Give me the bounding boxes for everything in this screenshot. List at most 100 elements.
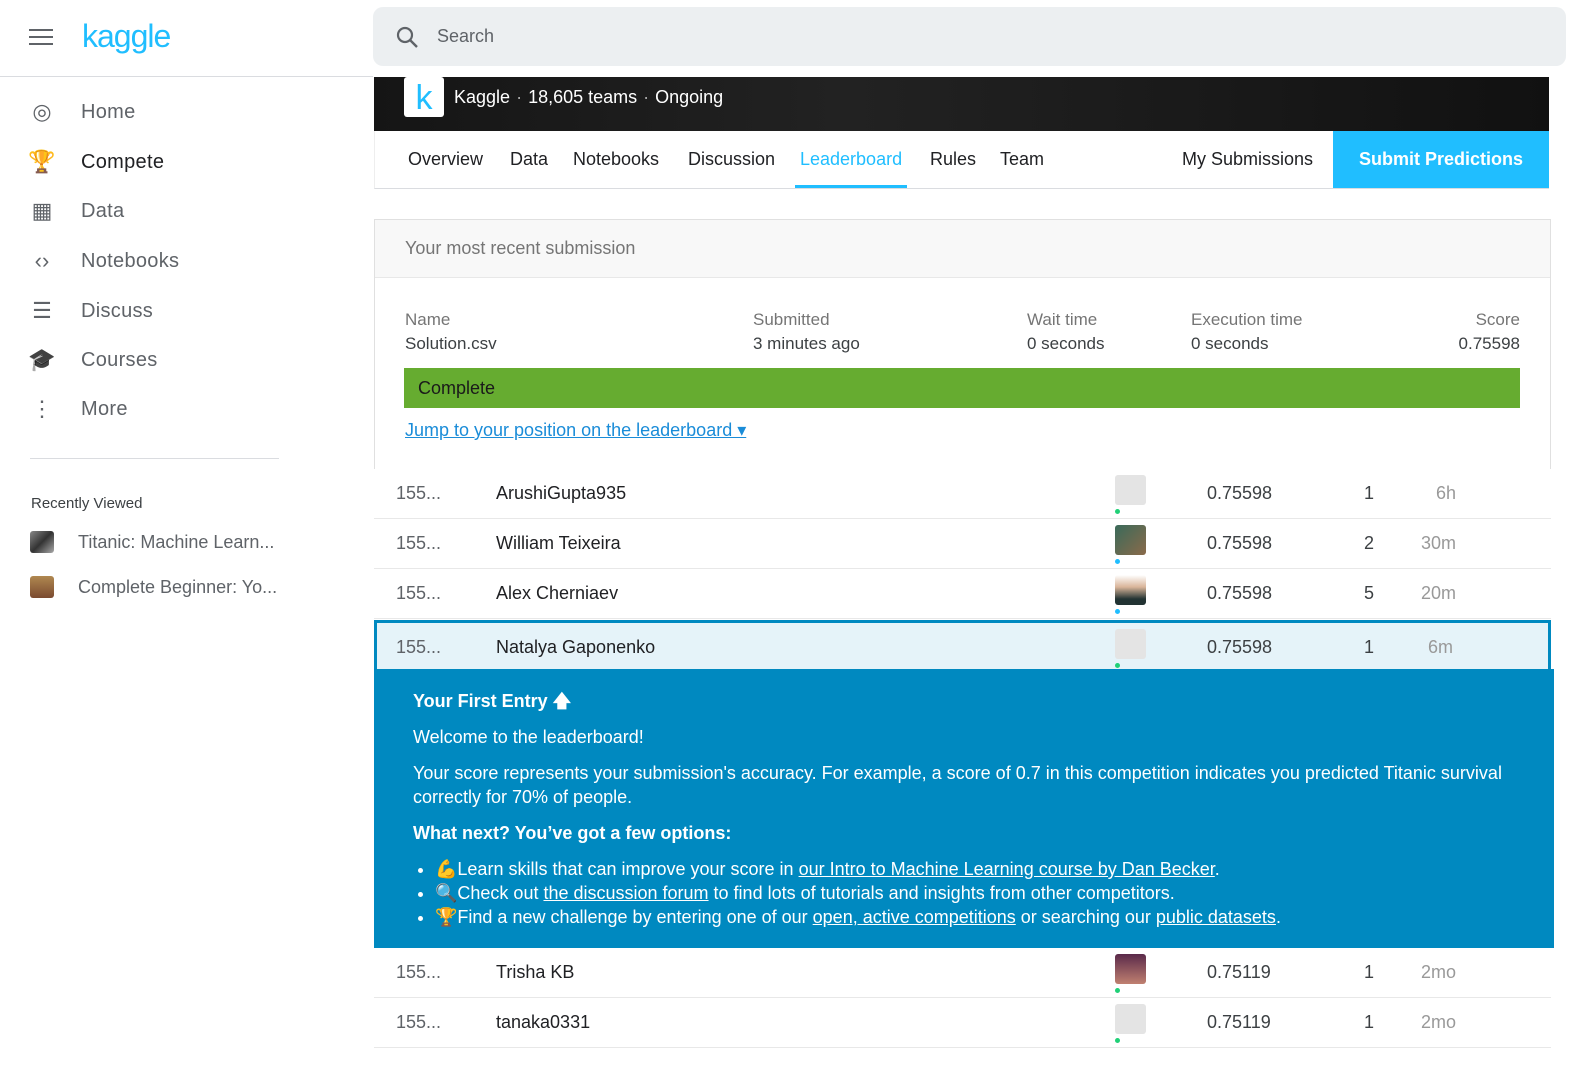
discussion-forum-link[interactable]: the discussion forum: [543, 883, 708, 903]
team-count: 18,605 teams: [528, 86, 638, 107]
leaderboard-row[interactable]: 155... tanaka0331 0.75119 1 2mo: [374, 998, 1551, 1048]
leaderboard-row[interactable]: 155... ArushiGupta935 0.75598 1 6h: [374, 469, 1551, 519]
tab-team[interactable]: Team: [1000, 131, 1044, 188]
search-bar[interactable]: [373, 7, 1566, 66]
score: 0.75598: [1207, 483, 1273, 503]
ml-course-link[interactable]: our Intro to Machine Learning course by …: [799, 859, 1215, 879]
recently-viewed-heading: Recently Viewed: [31, 495, 143, 512]
comment-icon: ☰: [32, 298, 52, 323]
leaderboard-row[interactable]: 155... Trisha KB 0.75119 1 2mo: [374, 948, 1551, 998]
sidebar-item-compete[interactable]: 🏆 Compete: [0, 140, 373, 184]
tab-data[interactable]: Data: [510, 131, 548, 188]
sidebar-item-label: More: [81, 397, 128, 420]
score: 0.75598: [1207, 533, 1273, 553]
sidebar-item-discuss[interactable]: ☰ Discuss: [0, 289, 373, 333]
competitions-link[interactable]: open, active competitions: [813, 907, 1016, 927]
recent-item-label: Titanic: Machine Learn...: [78, 531, 275, 552]
entries: 2: [1364, 533, 1375, 553]
sidebar-item-notebooks[interactable]: ‹› Notebooks: [0, 239, 373, 283]
tier-indicator: [1115, 609, 1120, 614]
competition-tabs: Overview Data Notebooks Discussion Leade…: [374, 131, 1549, 189]
callout-welcome: Welcome to the leaderboard!: [413, 727, 644, 747]
sidebar-item-courses[interactable]: 🎓 Courses: [0, 338, 373, 382]
team-name[interactable]: Alex Cherniaev: [496, 583, 618, 604]
table-icon: ▦: [31, 198, 53, 223]
my-submissions-link[interactable]: My Submissions: [1182, 131, 1313, 188]
column-label: Score: [1475, 310, 1520, 329]
callout-description: Your score represents your submission's …: [413, 763, 1502, 807]
column-value: 3 minutes ago: [753, 334, 860, 353]
entries: 1: [1364, 962, 1375, 982]
graduation-cap-icon: 🎓: [28, 347, 56, 372]
sidebar-item-label: Home: [81, 100, 136, 123]
submission-score: Score 0.75598: [1459, 310, 1520, 354]
tab-overview[interactable]: Overview: [408, 131, 483, 188]
last-submission: 30m: [1420, 533, 1456, 553]
sidebar-item-home[interactable]: ◎ Home: [0, 90, 373, 134]
tier-indicator: [1115, 509, 1120, 514]
datasets-link[interactable]: public datasets: [1156, 907, 1276, 927]
code-icon: ‹›: [34, 248, 50, 273]
score: 0.75598: [1207, 637, 1273, 657]
avatar[interactable]: [1115, 575, 1146, 605]
recent-submission-panel: Your most recent submission Name Solution…: [374, 219, 1551, 469]
competition-banner: k Kaggle · 18,605 teams · Ongoing: [374, 77, 1549, 131]
team-name[interactable]: tanaka0331: [496, 1012, 590, 1033]
sidebar-item-label: Courses: [81, 348, 158, 371]
entries: 1: [1364, 637, 1375, 657]
submission-name: Name Solution.csv: [405, 310, 497, 354]
competition-status: Ongoing: [655, 86, 724, 107]
search-input[interactable]: [437, 26, 1037, 47]
avatar[interactable]: [1115, 954, 1146, 984]
recent-item[interactable]: Complete Beginner: Yo...: [30, 575, 360, 599]
recent-item[interactable]: Titanic: Machine Learn...: [30, 530, 360, 554]
tab-rules[interactable]: Rules: [930, 131, 976, 188]
entries: 1: [1364, 483, 1375, 503]
team-name[interactable]: ArushiGupta935: [496, 483, 626, 504]
column-value: Solution.csv: [405, 334, 497, 353]
option-item: 💪Learn skills that can improve your scor…: [435, 857, 1515, 881]
leaderboard-row-current-user[interactable]: 155... Natalya Gaponenko 0.75598 1 6m: [374, 620, 1551, 670]
avatar[interactable]: [1115, 475, 1146, 505]
column-value: 0 seconds: [1027, 334, 1105, 353]
sidebar: kaggle ◎ Home 🏆 Compete ▦ Data ‹› Notebooks …: [0, 0, 373, 1076]
option-text: 🏆Find a new challenge by entering one of…: [435, 907, 813, 927]
thumbnail: [30, 531, 54, 553]
column-value: 0.75598: [1458, 334, 1520, 353]
kaggle-logo[interactable]: kaggle: [82, 18, 171, 55]
tier-indicator: [1115, 1038, 1120, 1043]
sidebar-item-more[interactable]: ⋮ More: [0, 387, 373, 431]
callout-title: Your First Entry 🡅: [413, 691, 572, 711]
kaggle-host-logo: k: [404, 77, 444, 117]
last-submission: 6m: [1427, 637, 1453, 657]
thumbnail: [30, 576, 54, 598]
tier-indicator: [1115, 559, 1120, 564]
leaderboard-row[interactable]: 155... Alex Cherniaev 0.75598 5 20m: [374, 569, 1551, 619]
sidebar-item-label: Compete: [81, 150, 165, 173]
column-value: 0 seconds: [1191, 334, 1269, 353]
avatar[interactable]: [1115, 525, 1146, 555]
tier-indicator: [1115, 988, 1120, 993]
leaderboard-row[interactable]: 155... William Teixeira 0.75598 2 30m: [374, 519, 1551, 569]
submit-predictions-button[interactable]: Submit Predictions: [1333, 131, 1549, 188]
column-label: Name: [405, 310, 451, 329]
score: 0.75119: [1207, 962, 1271, 982]
header-divider: [0, 76, 373, 77]
panel-title: Your most recent submission: [375, 220, 1550, 278]
avatar[interactable]: [1115, 1004, 1146, 1034]
jump-to-position-link[interactable]: Jump to your position on the leaderboard…: [405, 420, 746, 441]
tab-leaderboard[interactable]: Leaderboard: [795, 131, 908, 188]
avatar[interactable]: [1115, 629, 1146, 659]
sidebar-item-label: Discuss: [81, 299, 154, 322]
tab-discussion[interactable]: Discussion: [688, 131, 775, 188]
team-name[interactable]: Natalya Gaponenko: [496, 637, 655, 658]
tab-notebooks[interactable]: Notebooks: [573, 131, 659, 188]
team-name[interactable]: Trisha KB: [496, 962, 574, 983]
rank: 155...: [396, 962, 442, 982]
team-name[interactable]: William Teixeira: [496, 533, 621, 554]
sidebar-item-data[interactable]: ▦ Data: [0, 189, 373, 233]
option-item: 🏆Find a new challenge by entering one of…: [435, 905, 1515, 929]
menu-icon[interactable]: [29, 29, 53, 45]
last-submission: 6h: [1435, 483, 1456, 503]
submission-wait-time: Wait time 0 seconds: [1027, 310, 1105, 354]
